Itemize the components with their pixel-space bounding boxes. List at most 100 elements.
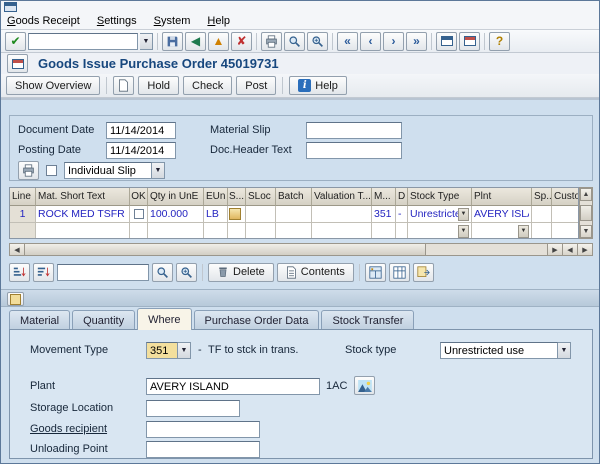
- exit-button[interactable]: ▲: [208, 32, 229, 51]
- col-stock-type[interactable]: Stock Type: [408, 188, 472, 206]
- col-d[interactable]: D: [396, 188, 408, 206]
- tab-quantity[interactable]: Quantity: [72, 310, 135, 330]
- col-eun[interactable]: EUn: [204, 188, 228, 206]
- horizontal-scroll-track[interactable]: [426, 244, 547, 255]
- posting-date-input[interactable]: [106, 142, 176, 159]
- cell-line[interactable]: [10, 223, 36, 239]
- cell-eun[interactable]: [204, 223, 228, 239]
- new-session-button[interactable]: [436, 32, 457, 51]
- print-slip-checkbox[interactable]: [46, 165, 57, 176]
- grid-vertical-scrollbar[interactable]: ▲ ▼: [579, 187, 593, 239]
- cell-stock-type[interactable]: Unrestricte..▼: [408, 206, 472, 223]
- col-movement[interactable]: M...: [372, 188, 396, 206]
- find-button[interactable]: [284, 32, 305, 51]
- item-details-button[interactable]: [365, 263, 386, 282]
- cell-ok[interactable]: [130, 223, 148, 239]
- transaction-menu-button[interactable]: [7, 54, 28, 73]
- col-line[interactable]: Line: [10, 188, 36, 206]
- document-date-input[interactable]: [106, 122, 176, 139]
- cell-qty[interactable]: 100.000: [148, 206, 204, 223]
- create-shortcut-button[interactable]: [459, 32, 480, 51]
- scroll-left-icon-2[interactable]: ◀: [562, 244, 577, 255]
- horizontal-scroll-thumb[interactable]: [25, 244, 426, 255]
- cell-batch[interactable]: [276, 223, 312, 239]
- cell-mat-short-text[interactable]: [36, 223, 130, 239]
- show-overview-button[interactable]: Show Overview: [6, 76, 100, 95]
- cell-movement[interactable]: 351: [372, 206, 396, 223]
- new-document-button[interactable]: [113, 76, 134, 95]
- individual-slip-combo[interactable]: Individual Slip: [64, 162, 152, 179]
- cell-plnt[interactable]: ▼: [472, 223, 532, 239]
- window-system-icon[interactable]: [4, 2, 17, 12]
- cell-movement[interactable]: [372, 223, 396, 239]
- movement-type-dropdown-icon[interactable]: ▼: [178, 342, 191, 359]
- scroll-left-icon[interactable]: ◀: [10, 244, 25, 255]
- save-button[interactable]: [162, 32, 183, 51]
- stock-type-dropdown-icon[interactable]: ▼: [458, 225, 469, 238]
- vertical-scroll-thumb[interactable]: [580, 205, 592, 221]
- cell-custom[interactable]: [552, 223, 579, 239]
- cell-stock-type[interactable]: ▼: [408, 223, 472, 239]
- plant-address-button[interactable]: [354, 376, 375, 395]
- grid-filter-input[interactable]: [57, 264, 149, 281]
- splitter-bar[interactable]: [1, 289, 599, 307]
- menu-help[interactable]: Help: [207, 13, 230, 29]
- delete-button[interactable]: Delete: [208, 263, 274, 282]
- cell-valuation-type[interactable]: [312, 223, 372, 239]
- scroll-right-icon-2[interactable]: ▶: [577, 244, 592, 255]
- cell-sp[interactable]: [532, 223, 552, 239]
- grid-find-next-button[interactable]: [176, 263, 197, 282]
- menu-goods-receipt[interactable]: Goods Receipt: [7, 13, 80, 29]
- print-button[interactable]: [261, 32, 282, 51]
- cell-qty[interactable]: [148, 223, 204, 239]
- movement-type-field[interactable]: 351: [146, 342, 178, 359]
- tab-purchase-order-data[interactable]: Purchase Order Data: [194, 310, 320, 330]
- stock-type-combo[interactable]: Unrestricted use: [440, 342, 558, 359]
- cell-d[interactable]: -: [396, 206, 408, 223]
- help-toolbar-button[interactable]: ?: [489, 32, 510, 51]
- grid-horizontal-scrollbar[interactable]: ◀ ▶ ◀ ▶: [9, 243, 593, 256]
- col-mat-short-text[interactable]: Mat. Short Text: [36, 188, 130, 206]
- cell-mat-short-text[interactable]: ROCK MED TSFR: [36, 206, 130, 223]
- find-next-button[interactable]: [307, 32, 328, 51]
- scroll-down-icon[interactable]: ▼: [580, 225, 592, 238]
- grid-find-button[interactable]: [152, 263, 173, 282]
- contents-button[interactable]: Contents: [277, 263, 354, 282]
- tab-where[interactable]: Where: [137, 308, 191, 330]
- last-page-button[interactable]: »: [406, 32, 427, 51]
- check-button[interactable]: Check: [183, 76, 232, 95]
- scroll-up-icon[interactable]: ▲: [580, 188, 592, 201]
- cell-line[interactable]: 1: [10, 206, 36, 223]
- help-button[interactable]: iHelp: [289, 76, 347, 95]
- col-batch[interactable]: Batch: [276, 188, 312, 206]
- table-settings-button[interactable]: [389, 263, 410, 282]
- cell-eun[interactable]: LB: [204, 206, 228, 223]
- tab-material[interactable]: Material: [9, 310, 70, 330]
- print-slip-button[interactable]: [18, 161, 39, 180]
- cell-s[interactable]: [228, 223, 246, 239]
- next-page-button[interactable]: ›: [383, 32, 404, 51]
- cell-sloc[interactable]: [246, 223, 276, 239]
- command-dropdown-icon[interactable]: ▼: [140, 33, 153, 50]
- storage-location-input[interactable]: [146, 400, 240, 417]
- ok-checkbox[interactable]: [134, 209, 144, 219]
- enter-button[interactable]: ✔: [5, 32, 26, 51]
- col-qty-in-une[interactable]: Qty in UnE: [148, 188, 204, 206]
- col-sloc[interactable]: SLoc: [246, 188, 276, 206]
- plant-input[interactable]: [146, 378, 320, 395]
- col-sp[interactable]: Sp...: [532, 188, 552, 206]
- unloading-point-input[interactable]: [146, 441, 260, 458]
- col-ok[interactable]: OK: [130, 188, 148, 206]
- stock-type-dropdown-icon[interactable]: ▼: [558, 342, 571, 359]
- cell-valuation-type[interactable]: [312, 206, 372, 223]
- menu-system[interactable]: System: [154, 13, 191, 29]
- back-button[interactable]: ◀: [185, 32, 206, 51]
- hold-button[interactable]: Hold: [138, 76, 179, 95]
- sort-descending-button[interactable]: [33, 263, 54, 282]
- cell-sloc[interactable]: [246, 206, 276, 223]
- menu-settings[interactable]: Settings: [97, 13, 137, 29]
- cell-sp[interactable]: [532, 206, 552, 223]
- doc-header-text-input[interactable]: [306, 142, 402, 159]
- col-plnt[interactable]: Plnt: [472, 188, 532, 206]
- cell-d[interactable]: [396, 223, 408, 239]
